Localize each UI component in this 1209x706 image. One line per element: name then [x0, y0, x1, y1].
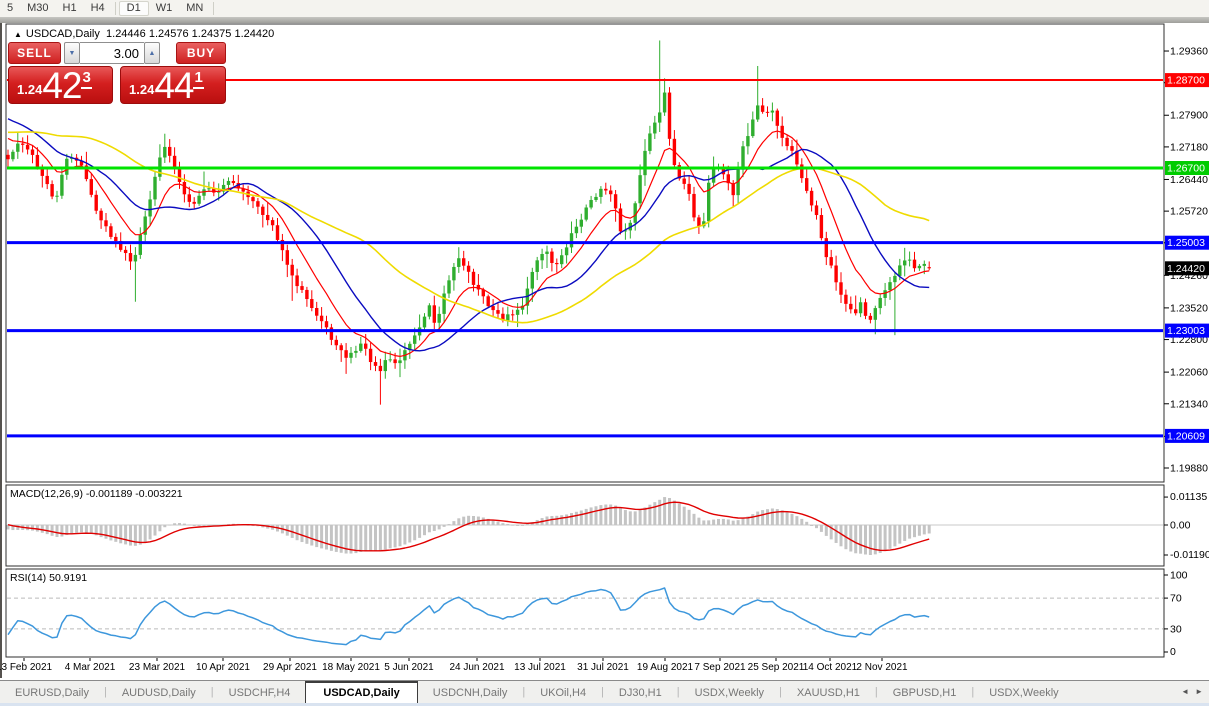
svg-text:1.29360: 1.29360 — [1170, 46, 1208, 58]
buy-price-box[interactable]: 1.24441 — [120, 66, 226, 104]
up-arrow-icon: ▲ — [149, 50, 156, 57]
volume-spinner: ▼ ▲ — [64, 42, 160, 64]
svg-text:1.23003: 1.23003 — [1167, 325, 1205, 337]
svg-text:1.28700: 1.28700 — [1167, 75, 1205, 87]
sell-price-point: 3 — [81, 69, 91, 89]
svg-text:1.25003: 1.25003 — [1167, 237, 1205, 249]
tab-scroll-right-button[interactable]: ► — [1195, 687, 1203, 696]
svg-text:100: 100 — [1170, 570, 1188, 582]
tab-scroll-left-button[interactable]: ◄ — [1181, 687, 1189, 696]
svg-text:23 Mar 2021: 23 Mar 2021 — [129, 662, 186, 673]
svg-text:18 May 2021: 18 May 2021 — [322, 662, 380, 673]
svg-text:13 Jul 2021: 13 Jul 2021 — [514, 662, 566, 673]
svg-text:0.00: 0.00 — [1170, 520, 1191, 532]
down-arrow-icon: ▼ — [69, 50, 76, 57]
svg-text:19 Aug 2021: 19 Aug 2021 — [637, 662, 694, 673]
buy-price-point: 1 — [193, 69, 203, 89]
sell-price-box[interactable]: 1.24423 — [8, 66, 113, 104]
buy-price-figure: 1.24 — [129, 82, 154, 97]
svg-text:-0.011904: -0.011904 — [1170, 549, 1209, 561]
svg-text:0: 0 — [1170, 646, 1176, 658]
svg-text:10 Apr 2021: 10 Apr 2021 — [196, 662, 250, 673]
rsi-indicator-label: RSI(14) 50.9191 — [10, 572, 87, 584]
one-click-trading-panel: SELL ▼ ▲ BUY 1.24423 1.24441 — [8, 42, 226, 104]
svg-text:31 Jul 2021: 31 Jul 2021 — [577, 662, 629, 673]
svg-text:13 Feb 2021: 13 Feb 2021 — [0, 662, 53, 673]
volume-increase-button[interactable]: ▲ — [144, 42, 160, 64]
svg-text:4 Mar 2021: 4 Mar 2021 — [65, 662, 116, 673]
svg-text:24 Jun 2021: 24 Jun 2021 — [449, 662, 504, 673]
svg-text:2 Nov 2021: 2 Nov 2021 — [856, 662, 908, 673]
sell-price-figure: 1.24 — [17, 82, 42, 97]
svg-text:14 Oct 2021: 14 Oct 2021 — [803, 662, 858, 673]
svg-text:1.26440: 1.26440 — [1170, 174, 1208, 186]
sell-button[interactable]: SELL — [8, 42, 61, 64]
buy-button[interactable]: BUY — [176, 42, 226, 64]
svg-text:70: 70 — [1170, 593, 1182, 605]
chart-ohlc-values: 1.24446 1.24576 1.24375 1.24420 — [106, 28, 274, 40]
svg-text:1.21340: 1.21340 — [1170, 398, 1208, 410]
svg-text:1.24420: 1.24420 — [1167, 263, 1205, 275]
tab-scroll-arrows: ◄► — [1178, 687, 1206, 696]
svg-text:30: 30 — [1170, 623, 1182, 635]
svg-text:1.25720: 1.25720 — [1170, 206, 1208, 218]
chart-symbol-label: USDCAD,Daily — [26, 28, 100, 40]
svg-text:7 Sep 2021: 7 Sep 2021 — [694, 662, 746, 673]
macd-indicator-label: MACD(12,26,9) -0.001189 -0.003221 — [10, 488, 183, 500]
svg-text:1.23520: 1.23520 — [1170, 302, 1208, 314]
svg-text:1.27180: 1.27180 — [1170, 141, 1208, 153]
chart-header: ▲ USDCAD,Daily 1.24446 1.24576 1.24375 1.… — [14, 28, 274, 40]
svg-text:0.01135: 0.01135 — [1170, 491, 1207, 503]
svg-text:1.26700: 1.26700 — [1167, 163, 1205, 175]
svg-text:25 Sep 2021: 25 Sep 2021 — [748, 662, 805, 673]
svg-text:1.19880: 1.19880 — [1170, 462, 1208, 474]
sell-price-pips: 42 — [42, 71, 81, 100]
svg-text:5 Jun 2021: 5 Jun 2021 — [384, 662, 434, 673]
svg-text:1.20609: 1.20609 — [1167, 430, 1205, 442]
svg-text:1.22060: 1.22060 — [1170, 367, 1208, 379]
svg-text:1.27900: 1.27900 — [1170, 110, 1208, 122]
buy-price-pips: 44 — [154, 71, 193, 100]
svg-text:29 Apr 2021: 29 Apr 2021 — [263, 662, 317, 673]
volume-decrease-button[interactable]: ▼ — [64, 42, 80, 64]
chart-collapse-arrow-icon: ▲ — [14, 30, 22, 39]
volume-input[interactable] — [80, 42, 144, 64]
